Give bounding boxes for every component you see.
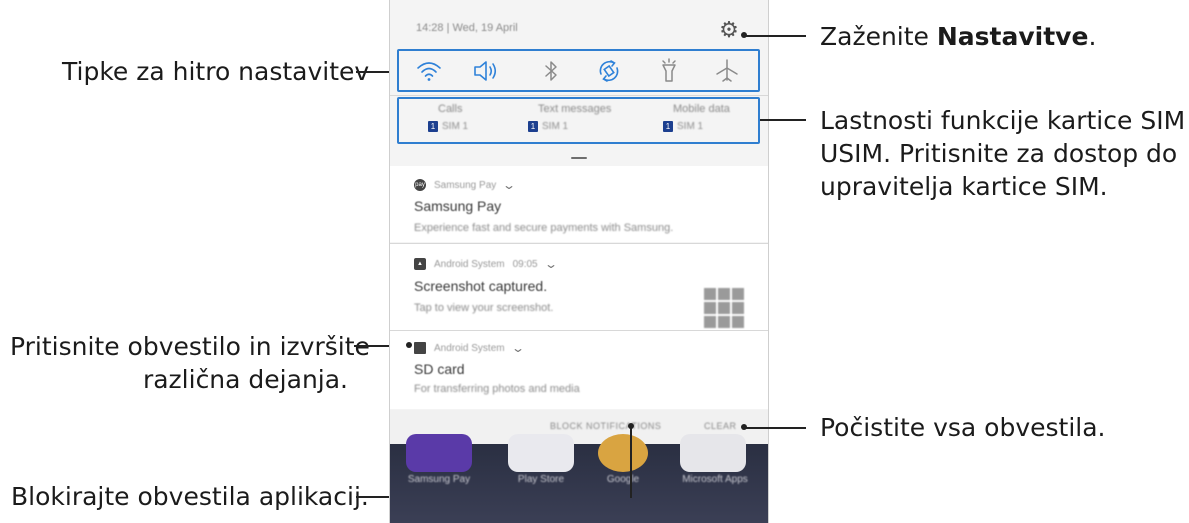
notification-card[interactable]: pay Samsung Pay ⌄ Samsung Pay Experience… xyxy=(390,166,768,242)
home-app-icon[interactable] xyxy=(598,434,648,472)
home-app-label: Play Store xyxy=(517,474,565,485)
callout-sim-line1: Lastnosti funkcije kartice SIM in xyxy=(820,106,1189,135)
leader-block-dot xyxy=(628,423,634,429)
home-app-label: Microsoft Apps xyxy=(682,474,748,485)
callout-sim-line2: USIM. Pritisnite za dostop do xyxy=(820,139,1178,168)
callout-quick-settings: Tipke za hitro nastavitev xyxy=(62,57,370,86)
leader-block-v xyxy=(630,428,632,498)
sd-card-icon xyxy=(414,342,426,354)
callout-sim-line3: upravitelja kartice SIM. xyxy=(820,172,1108,201)
leader-sim xyxy=(760,119,806,121)
screenshot-thumbnail[interactable] xyxy=(704,288,744,328)
notification-body: Tap to view your screenshot. xyxy=(414,302,554,314)
notification-app-name: Android System xyxy=(434,342,505,354)
leader-clear-dot xyxy=(741,424,747,430)
leader-settings xyxy=(744,35,806,37)
callout-block-notifications: Blokirajte obvestila aplikacij. xyxy=(11,482,369,511)
notification-app-name: Samsung Pay xyxy=(434,179,497,191)
status-bar: 14:28 | Wed, 19 April ⚙ xyxy=(390,16,768,44)
leader-settings-dot xyxy=(741,32,747,38)
leader-quick-settings xyxy=(356,71,389,73)
notification-title: Screenshot captured. xyxy=(414,278,548,294)
callout-notification-actions: Pritisnite obvestilo in izvršite različn… xyxy=(10,330,370,396)
callout-settings-suffix: . xyxy=(1088,22,1097,51)
image-icon: ▲ xyxy=(414,258,426,270)
notification-app-name: Android System xyxy=(434,258,505,270)
drag-handle[interactable] xyxy=(571,157,587,159)
leader-clear xyxy=(744,427,806,429)
sim-manager-highlight xyxy=(397,97,760,144)
callout-launch-settings: Zaženite Nastavitve. xyxy=(820,20,1096,53)
callout-notification-line2: različna dejanja. xyxy=(142,365,348,394)
notification-card[interactable]: ▲ Android System 09:05 ⌄ Screenshot capt… xyxy=(390,244,768,330)
chevron-down-icon[interactable]: ⌄ xyxy=(502,178,516,192)
callout-clear-all: Počistite vsa obvestila. xyxy=(820,413,1106,442)
callout-settings-prefix: Zaženite xyxy=(820,22,937,51)
home-app-icon[interactable] xyxy=(680,434,746,472)
status-datetime: 14:28 | Wed, 19 April xyxy=(416,22,518,34)
home-screen-background: Samsung Pay Play Store Google Microsoft … xyxy=(390,434,768,523)
home-app-icon[interactable] xyxy=(406,434,472,472)
qs-sim-divider xyxy=(390,95,768,96)
home-app-label: Samsung Pay xyxy=(407,474,471,485)
leader-notification-dot xyxy=(406,342,412,348)
notification-body: Experience fast and secure payments with… xyxy=(414,222,674,234)
callout-notification-line1: Pritisnite obvestilo in izvršite xyxy=(10,332,370,361)
notification-title: Samsung Pay xyxy=(414,198,502,214)
callout-settings-bold: Nastavitve xyxy=(936,22,1089,51)
quick-settings-highlight xyxy=(397,49,760,92)
notification-title: SD card xyxy=(414,361,465,377)
clear-button[interactable]: CLEAR xyxy=(704,421,737,431)
notification-time: 09:05 xyxy=(512,258,538,270)
gear-icon[interactable]: ⚙ xyxy=(717,18,741,42)
block-notifications-button[interactable]: BLOCK NOTIFICATIONS xyxy=(550,421,661,431)
callout-sim-manager: Lastnosti funkcije kartice SIM in USIM. … xyxy=(820,104,1189,203)
samsung-pay-icon: pay xyxy=(414,179,426,191)
notification-card[interactable]: Android System ⌄ SD card For transferrin… xyxy=(390,331,768,409)
home-app-icon[interactable] xyxy=(508,434,574,472)
chevron-down-icon[interactable]: ⌄ xyxy=(544,257,558,271)
notification-body: For transferring photos and media xyxy=(414,383,580,395)
chevron-down-icon[interactable]: ⌄ xyxy=(511,341,525,355)
home-app-label: Google xyxy=(606,474,640,485)
